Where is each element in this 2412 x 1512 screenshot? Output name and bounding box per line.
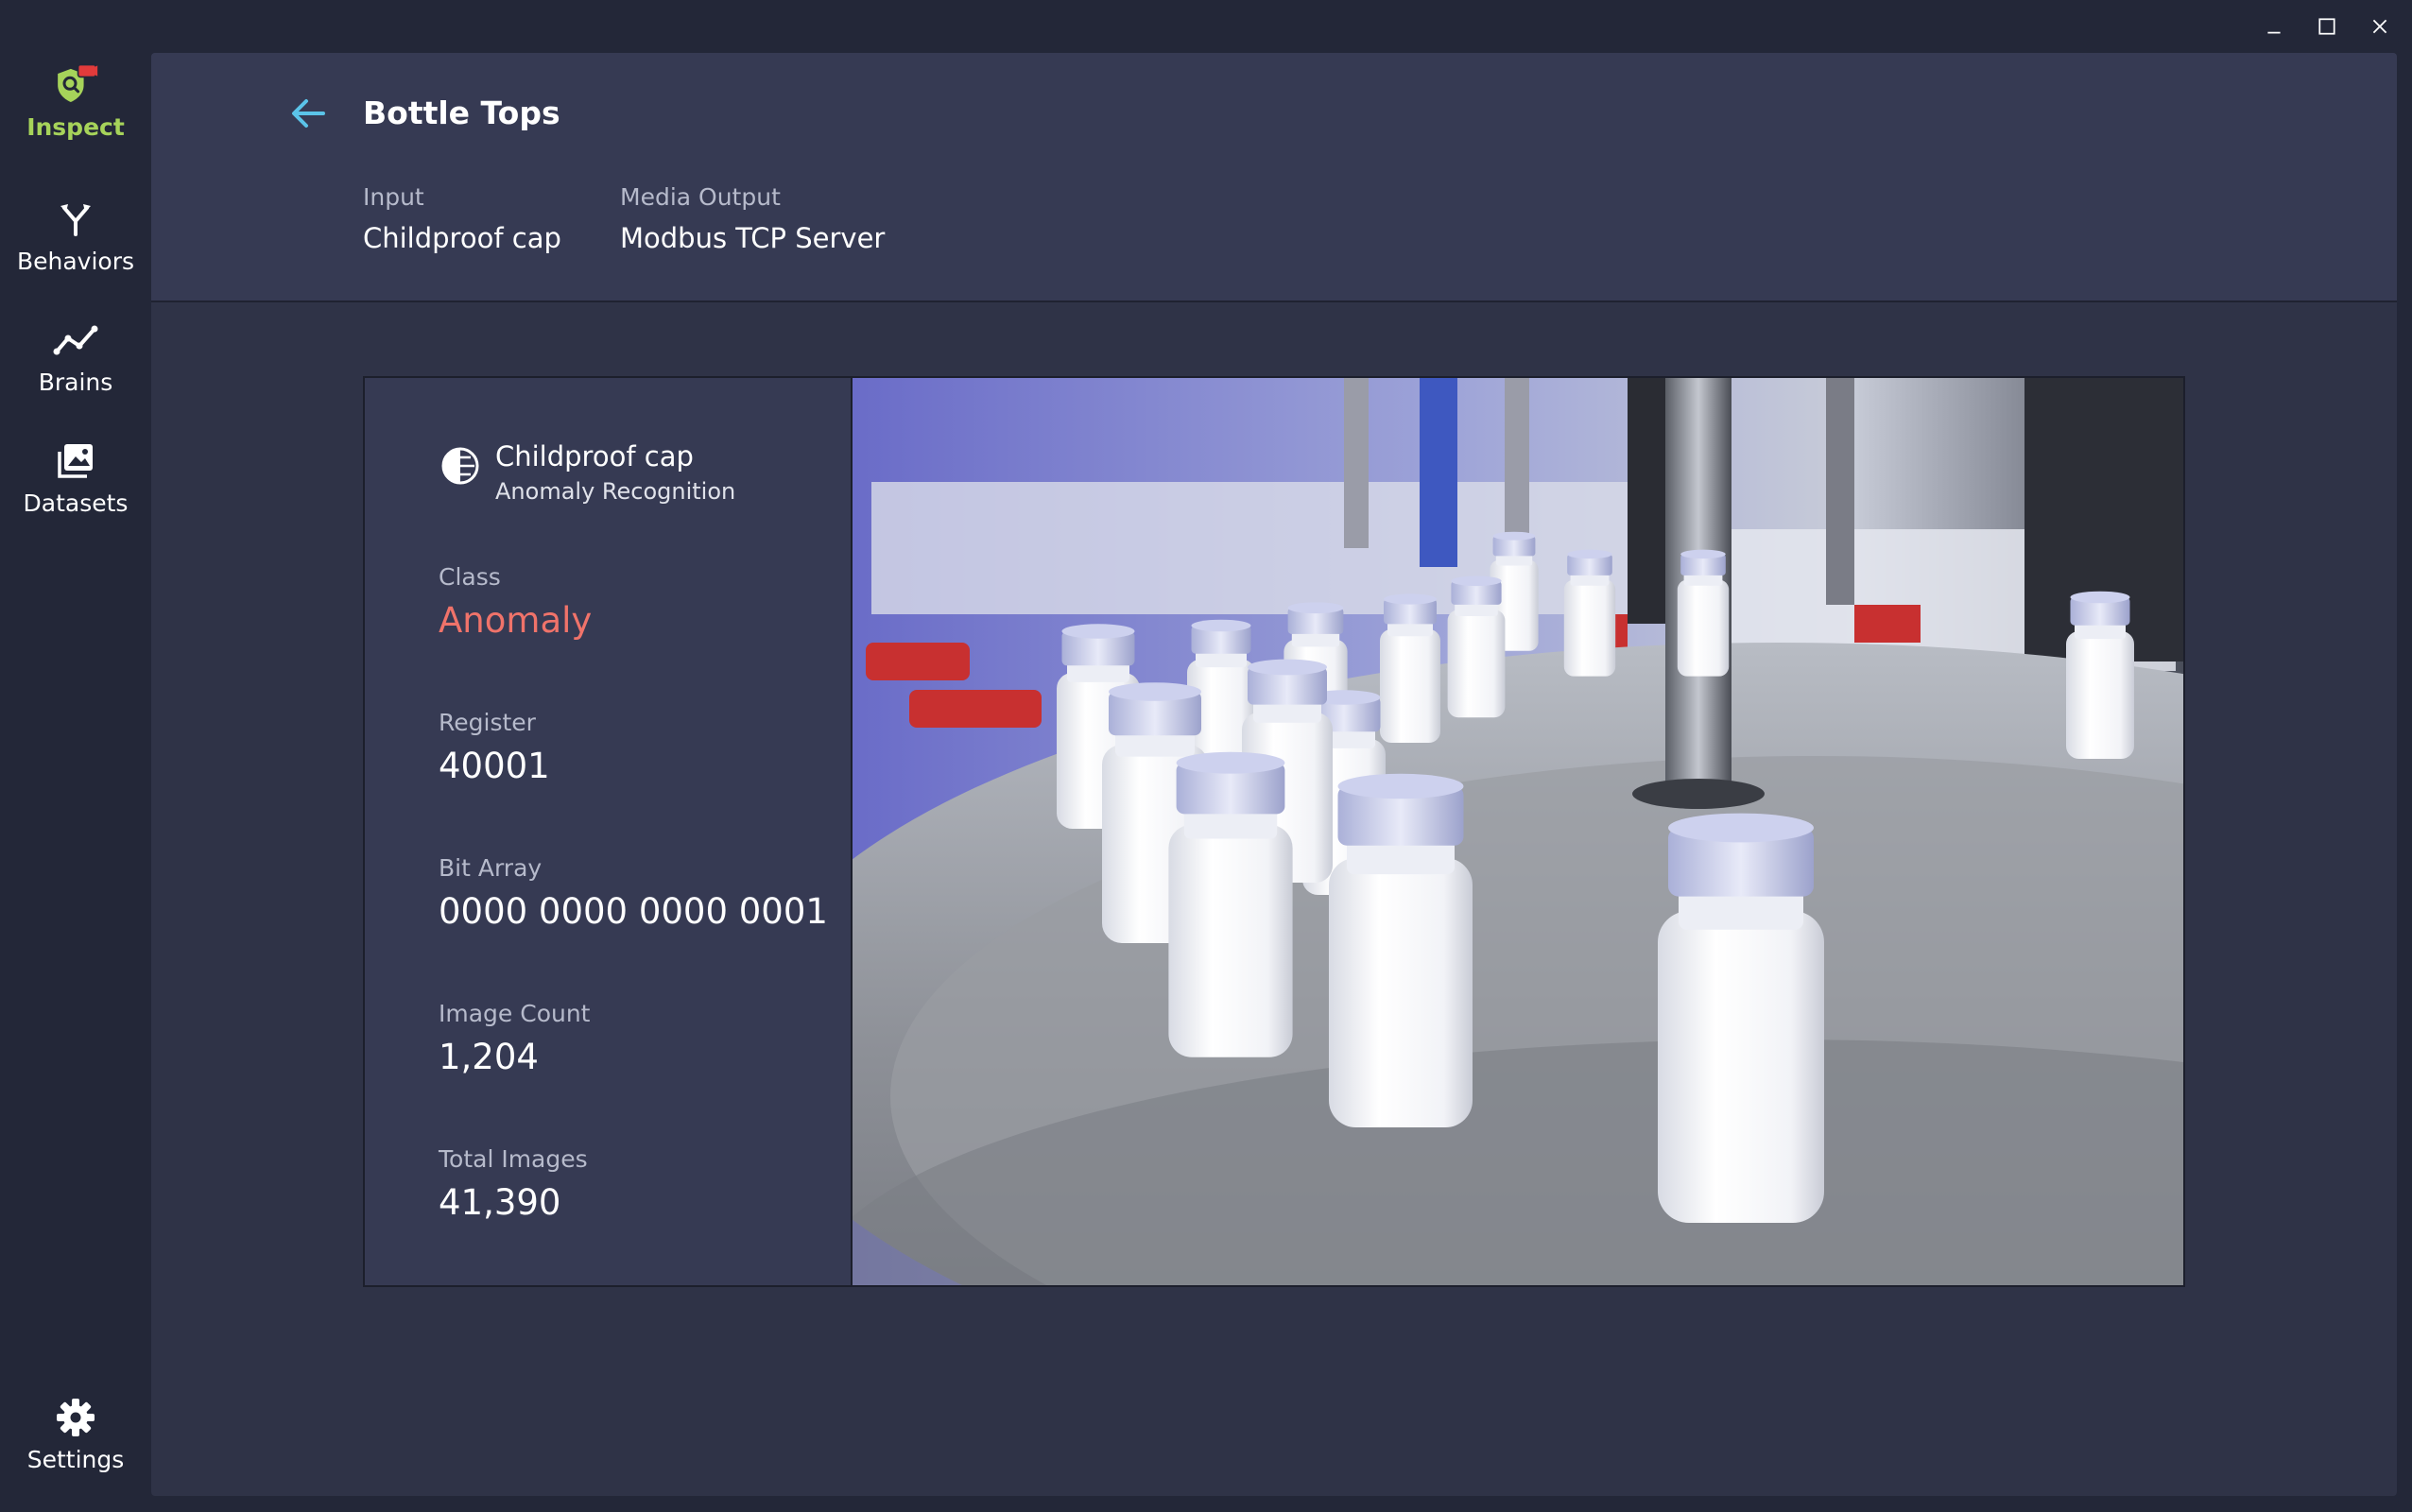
image-count-value: 1,204 — [439, 1037, 591, 1077]
page-header: Bottle Tops Input Childproof cap Media O… — [151, 53, 2397, 302]
datasets-icon — [53, 438, 98, 484]
sidebar-item-label: Datasets — [24, 490, 129, 517]
media-output-label: Media Output — [620, 183, 885, 211]
register-label: Register — [439, 709, 550, 736]
main-panel: Bottle Tops Input Childproof cap Media O… — [151, 53, 2397, 1496]
sidebar-item-settings[interactable]: Settings — [0, 1395, 151, 1473]
sidebar-item-label: Behaviors — [17, 248, 134, 275]
inspection-info-panel: Childproof cap Anomaly Recognition Class… — [365, 378, 853, 1285]
model-header: Childproof cap Anomaly Recognition — [439, 440, 735, 505]
sidebar-item-label: Inspect — [26, 113, 125, 141]
arrow-left-icon — [289, 96, 327, 130]
sidebar-item-label: Brains — [39, 369, 113, 396]
inspect-icon — [53, 62, 98, 108]
class-field: Class Anomaly — [439, 563, 592, 641]
close-button[interactable] — [2367, 13, 2393, 40]
sidebar-item-behaviors[interactable]: Behaviors — [0, 197, 151, 275]
back-button[interactable] — [289, 94, 327, 132]
media-output-meta: Media Output Modbus TCP Server — [620, 183, 885, 254]
sidebar: Inspect Behaviors Brains — [0, 0, 151, 1512]
sidebar-item-inspect[interactable]: Inspect — [0, 62, 151, 141]
input-value: Childproof cap — [363, 222, 561, 254]
bit-array-label: Bit Array — [439, 854, 828, 882]
minimize-icon — [2264, 16, 2284, 37]
maximize-icon — [2317, 16, 2337, 37]
behaviors-icon — [53, 197, 98, 242]
model-icon — [439, 444, 482, 488]
register-field: Register 40001 — [439, 709, 550, 786]
media-output-value: Modbus TCP Server — [620, 222, 885, 254]
total-images-label: Total Images — [439, 1145, 588, 1173]
input-label: Input — [363, 183, 561, 211]
input-meta: Input Childproof cap — [363, 183, 561, 254]
register-value: 40001 — [439, 746, 550, 786]
bit-array-value: 0000 0000 0000 0001 — [439, 891, 828, 932]
model-type: Anomaly Recognition — [495, 478, 735, 505]
maximize-button[interactable] — [2314, 13, 2340, 40]
image-count-label: Image Count — [439, 1000, 591, 1027]
window-controls — [2261, 13, 2393, 40]
sidebar-item-brains[interactable]: Brains — [0, 318, 151, 396]
model-name: Childproof cap — [495, 440, 735, 472]
page-title: Bottle Tops — [363, 94, 560, 131]
minimize-button[interactable] — [2261, 13, 2287, 40]
total-images-value: 41,390 — [439, 1182, 588, 1223]
close-icon — [2369, 16, 2390, 37]
bit-array-field: Bit Array 0000 0000 0000 0001 — [439, 854, 828, 932]
class-value: Anomaly — [439, 600, 592, 641]
image-count-field: Image Count 1,204 — [439, 1000, 591, 1077]
gear-icon — [53, 1395, 98, 1440]
class-label: Class — [439, 563, 592, 591]
inspection-image — [853, 378, 2183, 1285]
inspection-card: Childproof cap Anomaly Recognition Class… — [363, 376, 2185, 1287]
brains-icon — [53, 318, 98, 363]
sidebar-item-datasets[interactable]: Datasets — [0, 438, 151, 517]
total-images-field: Total Images 41,390 — [439, 1145, 588, 1223]
sidebar-item-label: Settings — [27, 1446, 125, 1473]
